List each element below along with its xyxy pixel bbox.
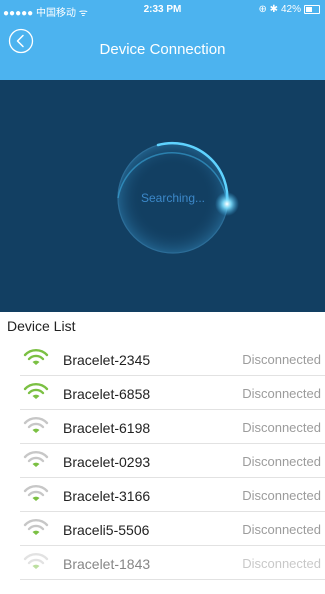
status-icons: ⊕ ✱ [258,4,278,15]
status-bar: ●●●●● 中国移动 ᯤ 2:33 PM ⊕ ✱ 42% [0,0,325,20]
device-status: Disconnected [242,522,321,537]
device-name: Bracelet-1843 [63,556,151,572]
page-title: Device Connection [99,41,226,58]
device-name: Bracelet-3166 [63,488,151,504]
device-row[interactable]: Bracelet-0293 Disconnected [0,444,325,478]
search-panel: Searching... [0,80,325,312]
status-right: ⊕ ✱ 42% [258,4,320,15]
device-name: Bracelet-6198 [63,420,151,436]
device-status: Disconnected [242,386,321,401]
wifi-signal-icon [23,553,49,569]
device-name: Bracelet-2345 [63,352,151,368]
device-status: Disconnected [242,488,321,503]
battery-percent: 42% [280,4,301,15]
wifi-signal-icon [23,485,49,501]
wifi-signal-icon [23,417,49,433]
device-row[interactable]: Braceli5-5506 Disconnected [0,512,325,546]
wifi-signal-icon [23,349,49,365]
device-status: Disconnected [242,556,321,571]
device-row[interactable]: Bracelet-2345 Disconnected [0,342,325,376]
device-status: Disconnected [242,420,321,435]
device-name: Bracelet-0293 [63,454,151,470]
wifi-signal-icon [23,451,49,467]
device-row[interactable]: Bracelet-6858 Disconnected [0,376,325,410]
device-row[interactable]: Bracelet-1843 Disconnected [0,546,325,580]
device-list-heading: Device List [7,318,76,334]
searching-radar: Searching... [117,141,239,254]
wifi-signal-icon [23,383,49,399]
radar-dot [215,192,239,216]
device-name: Bracelet-6858 [63,386,151,402]
wifi-signal-icon [23,519,49,535]
row-divider [20,579,325,580]
device-row[interactable]: Bracelet-6198 Disconnected [0,410,325,444]
device-name: Braceli5-5506 [63,522,150,538]
battery-icon [304,5,320,14]
device-status: Disconnected [242,352,321,367]
device-row[interactable]: Bracelet-3166 Disconnected [0,478,325,512]
searching-label: Searching... [141,191,205,205]
nav-bar: Device Connection [0,20,325,80]
device-status: Disconnected [242,454,321,469]
